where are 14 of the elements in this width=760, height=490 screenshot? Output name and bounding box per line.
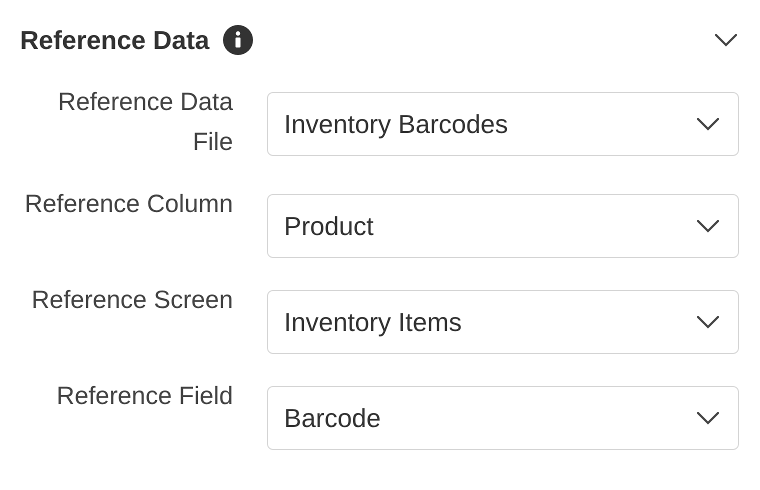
section-title: Reference Data [20, 24, 210, 56]
dropdown-select[interactable]: Inventory Items [267, 290, 739, 354]
chevron-down-icon [696, 411, 720, 425]
dropdown-select[interactable]: Inventory Barcodes [267, 92, 739, 156]
field-label: Reference Field [56, 381, 233, 412]
dropdown-select[interactable]: Barcode [267, 386, 739, 450]
field-label: Reference Data File [56, 87, 233, 158]
field-label: Reference Screen [30, 285, 233, 316]
dropdown-select[interactable]: Product [267, 194, 739, 258]
chevron-down-icon [696, 219, 720, 233]
chevron-down-icon [696, 117, 720, 131]
chevron-down-icon [696, 315, 720, 329]
field-label: Reference Column [24, 189, 233, 220]
info-icon[interactable] [223, 25, 254, 55]
